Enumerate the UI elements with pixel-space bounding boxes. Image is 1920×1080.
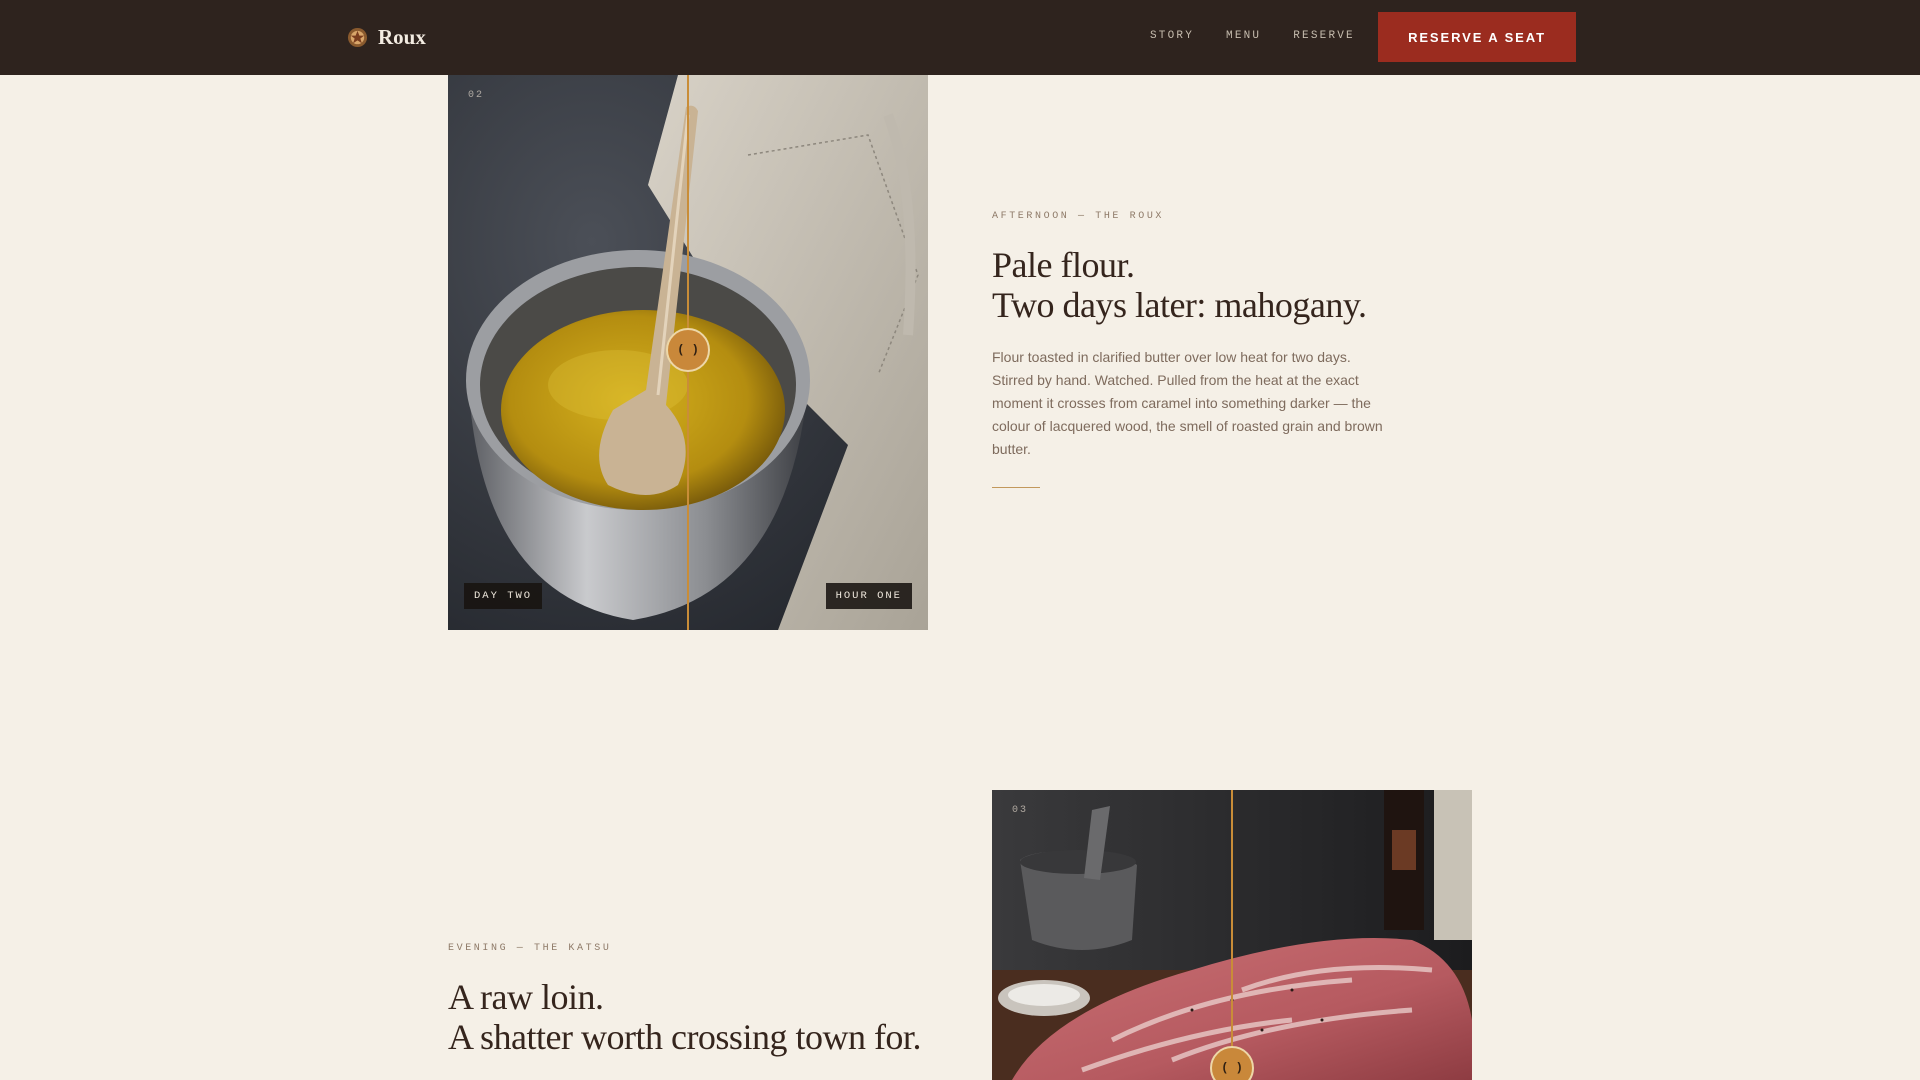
handle-glyph: ( ) — [677, 343, 699, 357]
nav-link-menu[interactable]: MENU — [1226, 30, 1261, 42]
reserve-seat-button[interactable]: RESERVE A SEAT — [1378, 12, 1576, 62]
brand-logo-link[interactable]: Roux — [347, 24, 426, 51]
headline-line-2: Two days later: mahogany. — [992, 285, 1367, 325]
site-header: Roux STORY MENU RESERVE RESERVE A SEAT — [0, 0, 1920, 75]
headline-line-2: A shatter worth crossing town for. — [448, 1017, 921, 1057]
tag-hour-one: HOUR ONE — [825, 583, 912, 609]
nav-link-reserve[interactable]: RESERVE — [1293, 30, 1355, 42]
section-headline: Pale flour. Two days later: mahogany. — [992, 245, 1367, 325]
katsu-before-after-slider[interactable]: 03 ( ) — [992, 790, 1472, 1080]
handle-glyph: ( ) — [1221, 1061, 1243, 1075]
brand-name: Roux — [378, 25, 426, 49]
primary-nav: STORY MENU RESERVE — [1150, 30, 1355, 42]
section-eyebrow: EVENING — THE KATSU — [448, 943, 612, 954]
section-eyebrow: AFTERNOON — THE ROUX — [992, 211, 1165, 222]
roux-emblem-icon — [347, 27, 368, 48]
nav-link-story[interactable]: STORY — [1150, 30, 1194, 42]
headline-line-1: A raw loin. — [448, 977, 604, 1017]
section-index: 02 — [468, 90, 485, 101]
section-rule — [992, 487, 1040, 488]
compare-divider — [1231, 790, 1233, 1080]
headline-line-1: Pale flour. — [992, 245, 1135, 285]
section-index: 03 — [1012, 805, 1029, 816]
compare-handle[interactable]: ( ) — [666, 328, 710, 372]
section-headline: A raw loin. A shatter worth crossing tow… — [448, 977, 921, 1057]
section-body: Flour toasted in clarified butter over l… — [992, 349, 1383, 457]
tag-day-two: DAY TWO — [464, 583, 543, 609]
roux-before-after-slider[interactable]: 02 ( ) DAY TWO HOUR ONE — [448, 75, 928, 630]
